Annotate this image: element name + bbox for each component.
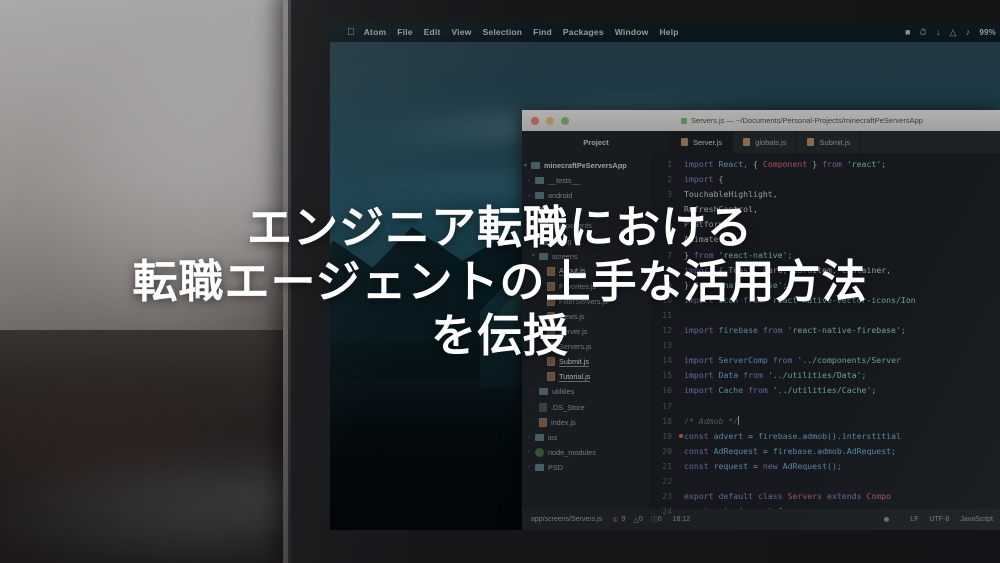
banner-image:  Atom File Edit View Selection Find Pac… bbox=[0, 0, 1000, 563]
overlay-line-3: を伝授 bbox=[430, 309, 569, 361]
text-overlay: エンジニア転職における 転職エージェントの上手な活用方法 を伝授 bbox=[0, 0, 1000, 563]
overlay-line-2: 転職エージェントの上手な活用方法 bbox=[132, 255, 868, 307]
overlay-line-1: エンジニア転職における bbox=[246, 201, 753, 253]
